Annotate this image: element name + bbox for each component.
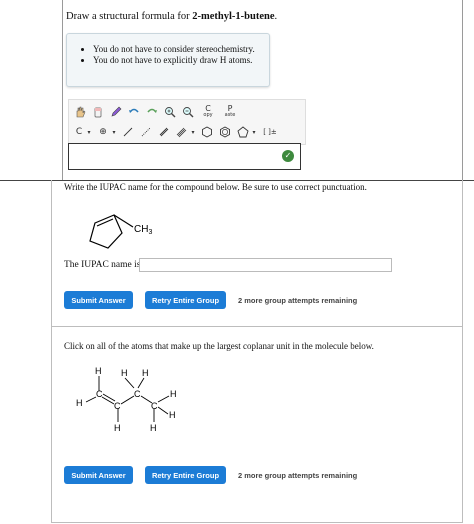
methylcyclopentene-structure: CH3 <box>89 214 152 249</box>
atom-c[interactable]: C <box>114 401 121 411</box>
hand-icon[interactable] <box>73 105 87 119</box>
attempts-remaining: 2 more group attempts remaining <box>238 471 358 480</box>
chevron-down-icon[interactable]: ▾ <box>190 125 196 139</box>
single-bond-icon[interactable] <box>121 125 135 139</box>
pencil-icon[interactable] <box>109 105 123 119</box>
atom-c[interactable]: C <box>96 389 103 399</box>
atom-h[interactable]: H <box>170 389 177 399</box>
hint-box: You do not have to consider stereochemis… <box>66 33 270 87</box>
chevron-down-icon[interactable]: ▾ <box>86 125 92 139</box>
submit-answer-button[interactable]: Submit Answer <box>64 291 133 309</box>
iupac-label: The IUPAC name is <box>64 260 141 270</box>
atom-c[interactable]: C <box>134 389 141 399</box>
question1-suffix: . <box>274 11 278 22</box>
double-bond-icon[interactable] <box>157 125 171 139</box>
drawing-canvas[interactable] <box>68 143 301 170</box>
zoom-out-icon[interactable] <box>181 105 195 119</box>
check-icon: ✓ <box>282 150 294 162</box>
drawing-toolbar: C opy P aste C ▾ ⊕ ▾ ▾ ▾ []± <box>68 99 306 145</box>
compound-name: 2-methyl-1-butene <box>192 11 275 22</box>
question3-text: Click on all of the atoms that make up t… <box>64 341 374 351</box>
atom-select-label: C <box>75 127 83 137</box>
pentagon-ring-icon[interactable] <box>236 125 250 139</box>
hint-item: You do not have to explicitly draw H ato… <box>93 55 269 66</box>
question1-text: Draw a structural formula for 2-methyl-1… <box>66 11 277 22</box>
undo-icon[interactable] <box>127 105 141 119</box>
question2-text: Write the IUPAC name for the compound be… <box>64 182 367 192</box>
atom-select[interactable]: C <box>73 125 85 139</box>
chevron-down-icon[interactable]: ▾ <box>111 125 117 139</box>
butene-structure: H H H H C C C C H H H H <box>76 366 177 433</box>
charge-button[interactable]: ⊕ <box>96 125 110 139</box>
atom-h[interactable]: H <box>114 423 121 433</box>
paste-label-bottom: aste <box>224 112 236 118</box>
benzene-ring-icon[interactable] <box>218 125 232 139</box>
bond-line <box>124 377 135 389</box>
redo-icon[interactable] <box>145 105 159 119</box>
bond-line <box>157 395 170 403</box>
methyl-label: CH3 <box>134 224 152 236</box>
zoom-in-icon[interactable] <box>163 105 177 119</box>
charge-symbol: ⊕ <box>99 127 107 137</box>
atom-h[interactable]: H <box>169 410 176 420</box>
section1-border-right <box>462 0 463 180</box>
chevron-down-icon[interactable]: ▾ <box>251 125 257 139</box>
bond-line <box>85 396 97 403</box>
double-bond-line <box>96 218 114 227</box>
paste-button[interactable]: P aste <box>221 105 239 119</box>
bond-line <box>102 393 116 402</box>
bond-line <box>137 377 145 389</box>
bond-line <box>120 395 135 405</box>
bracket-label: [ ]± <box>263 128 277 136</box>
question1-prefix: Draw a structural formula for <box>66 11 193 22</box>
attempts-remaining: 2 more group attempts remaining <box>238 296 358 305</box>
iupac-name-input[interactable] <box>139 258 392 272</box>
eraser-icon[interactable] <box>91 105 105 119</box>
retry-group-button[interactable]: Retry Entire Group <box>145 466 226 484</box>
copy-button[interactable]: C opy <box>199 105 217 119</box>
bond-line <box>101 396 115 405</box>
atom-h[interactable]: H <box>121 368 128 378</box>
paste-label-top: P <box>227 104 233 113</box>
atom-h[interactable]: H <box>76 398 83 408</box>
hint-item: You do not have to consider stereochemis… <box>93 44 269 55</box>
copy-label-top: C <box>205 104 211 113</box>
bond-line <box>157 406 169 415</box>
cyclopentene-ring <box>89 214 123 249</box>
atom-h[interactable]: H <box>95 366 102 376</box>
triple-bond-icon[interactable] <box>175 125 189 139</box>
atom-c[interactable]: C <box>151 401 158 411</box>
atom-h[interactable]: H <box>142 368 149 378</box>
retry-group-button[interactable]: Retry Entire Group <box>145 291 226 309</box>
copy-label-bottom: opy <box>203 112 213 118</box>
bracket-charge-button[interactable]: [ ]± <box>261 125 279 139</box>
atom-h[interactable]: H <box>150 423 157 433</box>
hexagon-ring-icon[interactable] <box>200 125 214 139</box>
section1-border <box>62 0 63 180</box>
submit-answer-button[interactable]: Submit Answer <box>64 466 133 484</box>
hash-bond-icon[interactable] <box>139 125 153 139</box>
